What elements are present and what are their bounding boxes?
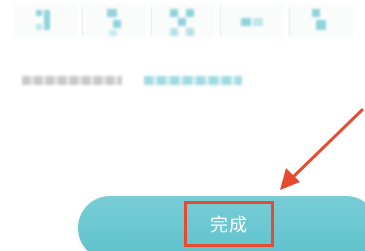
code-digit-2[interactable] <box>83 4 146 38</box>
hint-text <box>22 75 122 85</box>
done-button-highlight[interactable]: 完成 <box>184 201 274 247</box>
code-digit-1[interactable] <box>14 4 77 38</box>
arrow-head <box>280 168 300 190</box>
code-digit-4[interactable] <box>221 4 284 38</box>
code-input-row[interactable] <box>14 4 365 40</box>
code-divider <box>82 6 83 36</box>
code-digit-3[interactable] <box>152 4 215 38</box>
arrow-line <box>288 108 364 182</box>
screen: 完成 <box>0 0 365 251</box>
code-divider <box>151 6 152 36</box>
resend-link[interactable] <box>144 75 242 85</box>
code-divider <box>220 6 221 36</box>
code-divider <box>289 6 290 36</box>
resend-hint <box>22 72 242 88</box>
done-button-label: 完成 <box>210 215 248 236</box>
code-digit-5[interactable] <box>290 4 353 38</box>
